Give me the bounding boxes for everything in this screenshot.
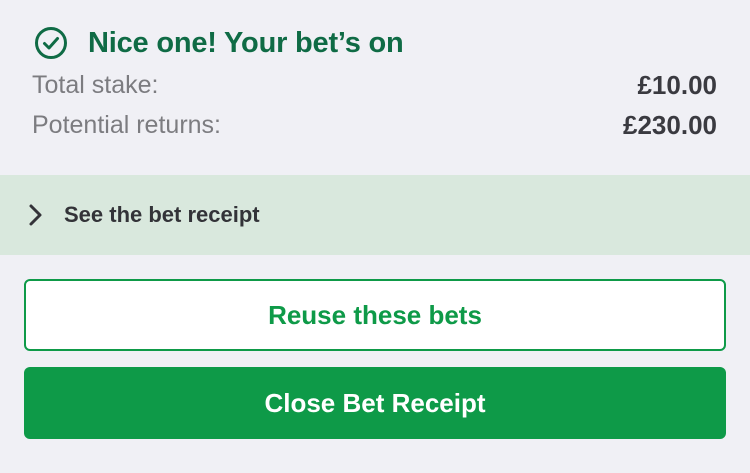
confirmation-title: Nice one! Your bet’s on bbox=[88, 26, 404, 59]
check-circle-icon bbox=[34, 26, 68, 60]
bet-confirmation: Nice one! Your bet’s on Total stake: £10… bbox=[0, 0, 750, 175]
total-stake-row: Total stake: £10.00 bbox=[32, 68, 717, 102]
confirmation-header: Nice one! Your bet’s on bbox=[34, 24, 404, 62]
see-bet-receipt-toggle[interactable]: See the bet receipt bbox=[0, 175, 750, 255]
chevron-right-icon bbox=[26, 203, 46, 227]
total-stake-label: Total stake: bbox=[32, 70, 159, 99]
potential-returns-row: Potential returns: £230.00 bbox=[32, 108, 717, 142]
close-bet-receipt-button[interactable]: Close Bet Receipt bbox=[24, 367, 726, 439]
reuse-bets-button[interactable]: Reuse these bets bbox=[24, 279, 726, 351]
see-bet-receipt-label: See the bet receipt bbox=[64, 202, 260, 227]
potential-returns-value: £230.00 bbox=[623, 109, 717, 140]
potential-returns-label: Potential returns: bbox=[32, 110, 221, 139]
total-stake-value: £10.00 bbox=[637, 69, 717, 100]
